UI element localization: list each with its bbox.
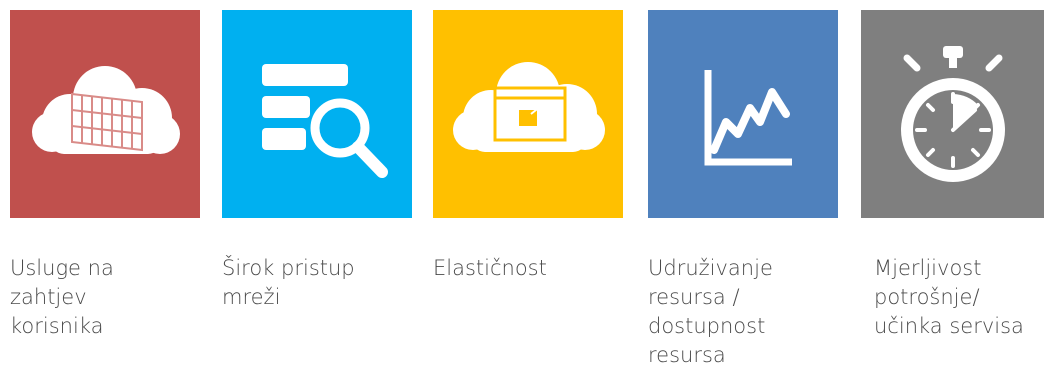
- stopwatch-icon: [861, 10, 1044, 218]
- tile-measured-service: [861, 10, 1044, 218]
- tile-label-network-access: Širok pristup mreži: [222, 256, 355, 309]
- cloud-window-icon: [433, 10, 623, 218]
- line-chart-icon: [648, 10, 838, 218]
- tile-elasticity: [433, 10, 623, 218]
- cloud-datacenter-icon: [10, 10, 200, 218]
- tile-resource-pooling: [648, 10, 838, 218]
- tile-on-demand: [10, 10, 200, 218]
- tile-label-on-demand: Usluge na zahtjev korisnika: [10, 256, 114, 338]
- tile-label-resource-pooling: Udruživanje resursa / dostupnost resursa: [648, 256, 773, 367]
- tile-network-access: [222, 10, 412, 218]
- tile-label-elasticity: Elastičnost: [433, 256, 547, 280]
- search-database-icon: [222, 10, 412, 218]
- tile-label-measured-service: Mjerljivost potrošnje/ učinka servisa: [874, 256, 1024, 338]
